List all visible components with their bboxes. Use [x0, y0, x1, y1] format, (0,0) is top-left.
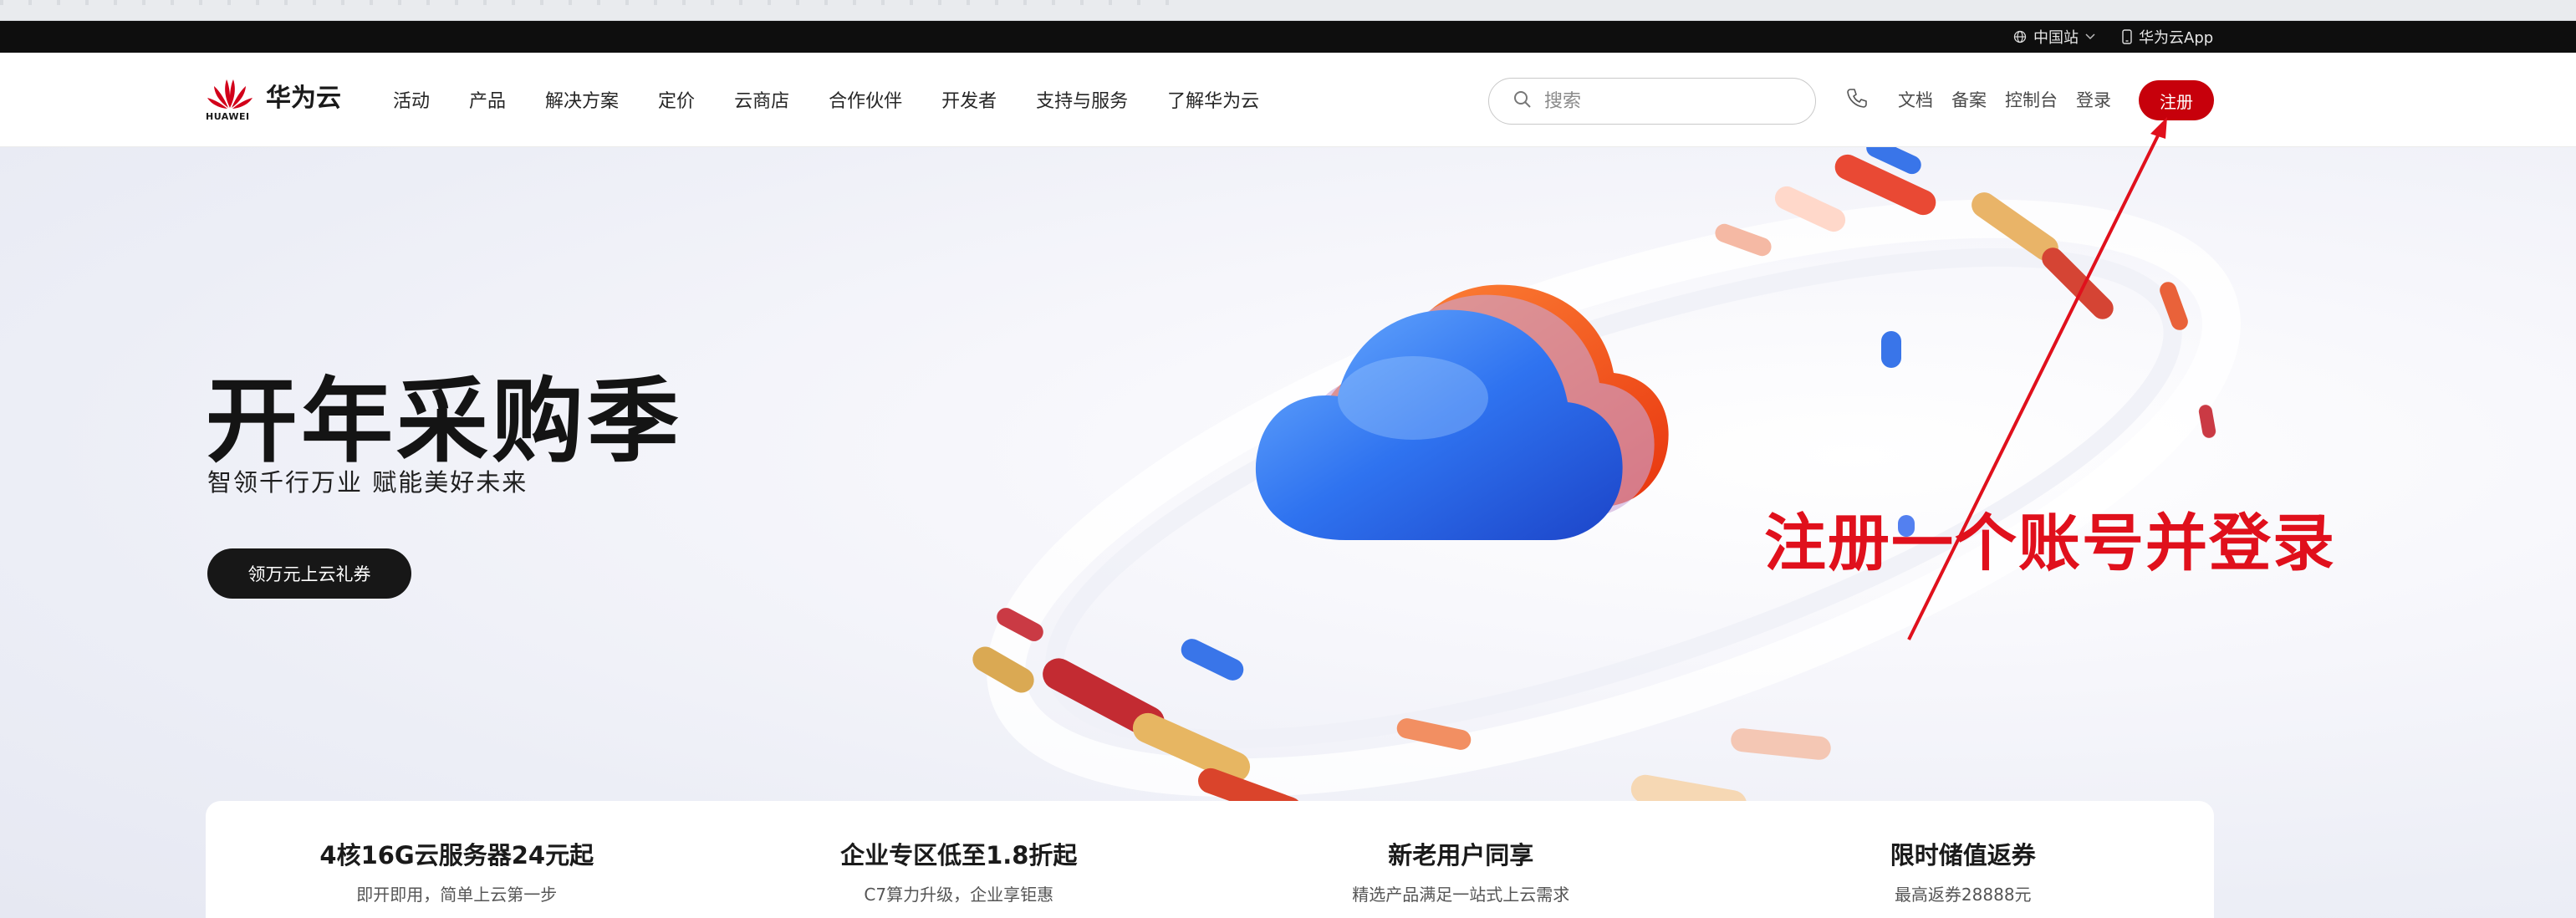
- menu-item-developers[interactable]: 开发者: [941, 86, 997, 113]
- promo-card[interactable]: 4核16G云服务器24元起 即开即用，简单上云第一步: [206, 801, 708, 918]
- huawei-flower-logo-icon: HUAWEI: [206, 74, 254, 126]
- main-navigation: HUAWEI 华为云 活动 产品 解决方案 定价 云商店 合作伙伴 开发者 支持…: [0, 53, 2576, 147]
- globe-icon: [2013, 30, 2027, 43]
- console-link[interactable]: 控制台: [2005, 87, 2058, 112]
- app-download-link[interactable]: 华为云App: [2122, 21, 2213, 53]
- menu-item-products[interactable]: 产品: [469, 86, 506, 113]
- promo-title: 4核16G云服务器24元起: [319, 841, 594, 870]
- promo-card[interactable]: 限时储值返券 最高返券28888元: [1712, 801, 2215, 918]
- search-box[interactable]: [1488, 78, 1816, 125]
- promo-cards: 4核16G云服务器24元起 即开即用，简单上云第一步 企业专区低至1.8折起 C…: [206, 801, 2214, 918]
- nav-right-links: 文档 备案 控制台 登录: [1846, 53, 2130, 146]
- mobile-phone-icon: [2122, 29, 2132, 44]
- hero-title: 开年采购季: [206, 368, 682, 475]
- menu-item-marketplace[interactable]: 云商店: [734, 86, 789, 113]
- main-menu: 活动 产品 解决方案 定价 云商店 合作伙伴 开发者 支持与服务 了解华为云: [393, 53, 1298, 146]
- promo-desc: 即开即用，简单上云第一步: [356, 885, 558, 905]
- promo-desc: C7算力升级，企业享钜惠: [864, 885, 1054, 905]
- promo-title: 限时储值返券: [1890, 841, 2036, 870]
- promo-card[interactable]: 新老用户同享 精选产品满足一站式上云需求: [1210, 801, 1712, 918]
- browser-url-strip: [0, 0, 2576, 21]
- promo-card[interactable]: 企业专区低至1.8折起 C7算力升级，企业享钜惠: [708, 801, 1211, 918]
- promo-title: 新老用户同享: [1388, 841, 1534, 870]
- menu-item-partners[interactable]: 合作伙伴: [829, 86, 902, 113]
- app-label: 华为云App: [2139, 29, 2214, 47]
- top-utility-bar: 中国站 华为云App: [0, 21, 2576, 53]
- login-link[interactable]: 登录: [2076, 87, 2111, 112]
- claim-coupon-button[interactable]: 领万元上云礼券: [207, 548, 411, 599]
- search-input[interactable]: [1543, 89, 1797, 113]
- menu-item-support[interactable]: 支持与服务: [1036, 86, 1128, 113]
- region-selector[interactable]: 中国站: [2013, 21, 2095, 53]
- docs-link[interactable]: 文档: [1898, 87, 1933, 112]
- promo-desc: 精选产品满足一站式上云需求: [1352, 885, 1570, 905]
- search-icon: [1512, 89, 1533, 113]
- huawei-cloud-logo[interactable]: HUAWEI 华为云: [206, 74, 341, 126]
- menu-item-about[interactable]: 了解华为云: [1167, 86, 1259, 113]
- promo-title: 企业专区低至1.8折起: [840, 841, 1078, 870]
- icp-filing-link[interactable]: 备案: [1951, 87, 1987, 112]
- annotation-text: 注册一个账号并登录: [1764, 507, 2336, 579]
- menu-item-activities[interactable]: 活动: [393, 86, 430, 113]
- logo-name: 华为云: [266, 84, 341, 113]
- menu-item-pricing[interactable]: 定价: [658, 86, 695, 113]
- region-label: 中国站: [2033, 29, 2079, 47]
- logo-wordmark: HUAWEI: [206, 111, 250, 122]
- phone-icon[interactable]: [1846, 87, 1868, 113]
- menu-item-solutions[interactable]: 解决方案: [545, 86, 619, 113]
- register-button[interactable]: 注册: [2139, 80, 2214, 120]
- chevron-down-icon: [2085, 33, 2095, 40]
- hero-subtitle: 智领千行万业 赋能美好未来: [207, 468, 528, 497]
- promo-desc: 最高返券28888元: [1894, 885, 2032, 905]
